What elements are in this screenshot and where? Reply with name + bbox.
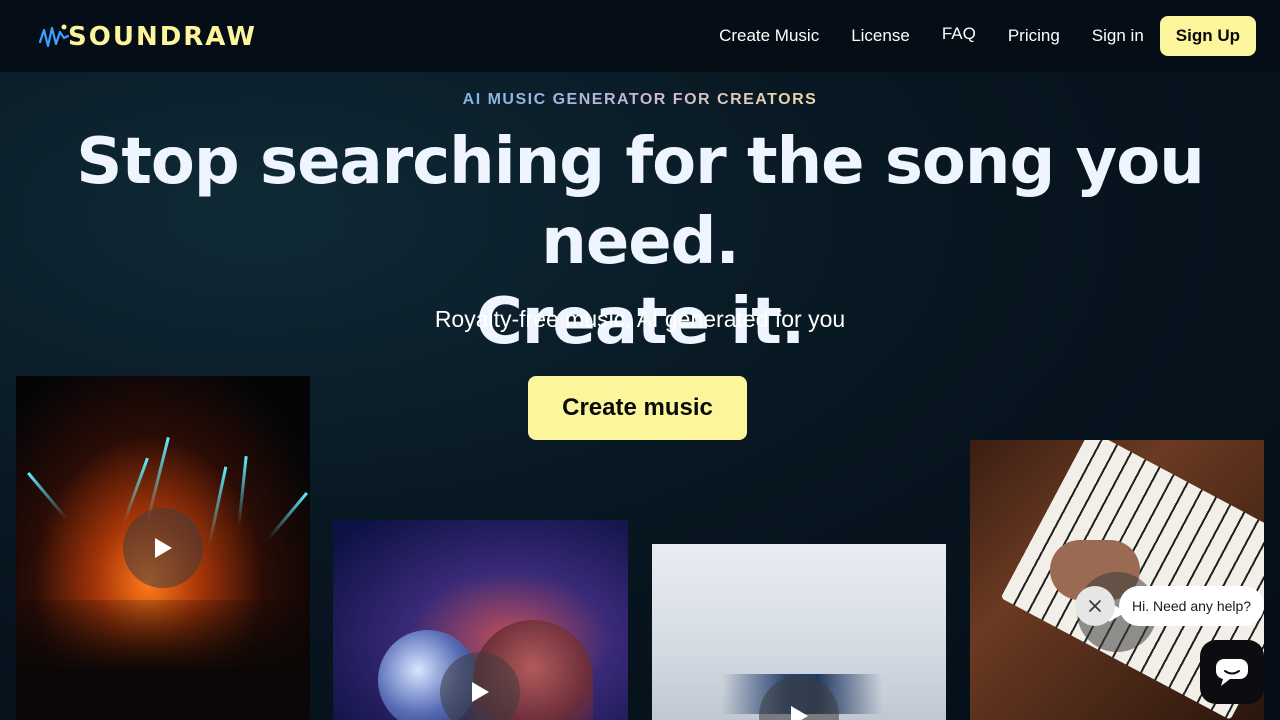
chat-launcher-button[interactable] [1200, 640, 1264, 704]
crowd [16, 600, 310, 720]
sign-up-button[interactable]: Sign Up [1159, 16, 1256, 56]
light-beam [27, 472, 68, 520]
nav-sign-in[interactable]: Sign in [1092, 26, 1144, 46]
play-icon[interactable] [123, 508, 203, 588]
headline-line-1: Stop searching for the song you need. [76, 125, 1205, 279]
chat-prompt-bubble[interactable]: Hi. Need any help? [1119, 586, 1265, 626]
chat-close-button[interactable] [1075, 586, 1115, 626]
light-beam [267, 492, 308, 540]
video-card-dancer[interactable] [652, 544, 946, 720]
create-music-button[interactable]: Create music [528, 376, 747, 440]
eyebrow-text: AI MUSIC GENERATOR FOR CREATORS [462, 91, 818, 108]
nav-faq[interactable]: FAQ [942, 24, 976, 44]
video-card-disco[interactable] [333, 520, 628, 720]
hero-eyebrow: AI MUSIC GENERATOR FOR CREATORS [0, 91, 1280, 109]
nav-links: Create Music License FAQ Pricing Sign in… [687, 16, 1256, 56]
light-beam [207, 466, 228, 546]
nav-create-music[interactable]: Create Music [719, 26, 819, 46]
video-card-concert[interactable] [16, 376, 310, 720]
hero-subheadline: Royalty-free music, AI generated for you [434, 306, 846, 332]
nav-license[interactable]: License [851, 26, 910, 46]
logo[interactable]: SOUNDRAW [38, 21, 257, 53]
light-beam [237, 456, 248, 526]
close-icon [1089, 600, 1101, 612]
chat-icon [1216, 659, 1248, 686]
waveform-icon [38, 24, 70, 48]
brand-name: SOUNDRAW [68, 22, 257, 52]
top-nav: SOUNDRAW Create Music License FAQ Pricin… [0, 0, 1280, 72]
nav-pricing[interactable]: Pricing [1008, 26, 1060, 46]
